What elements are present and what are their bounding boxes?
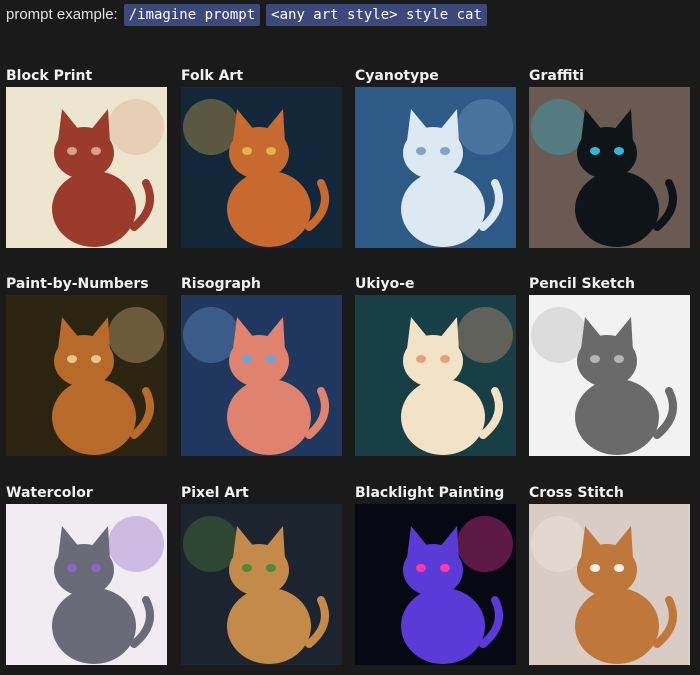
style-template-code: <any art style> style cat bbox=[266, 4, 487, 26]
style-thumbnail[interactable] bbox=[529, 504, 690, 665]
style-card: Block Print bbox=[6, 66, 168, 248]
style-title: Block Print bbox=[6, 68, 93, 84]
style-title: Pencil Sketch bbox=[529, 276, 635, 292]
style-card: Blacklight Painting bbox=[355, 483, 517, 665]
style-title: Risograph bbox=[181, 276, 261, 292]
style-thumbnail[interactable] bbox=[6, 504, 167, 665]
folk-art-cat-image bbox=[181, 87, 342, 248]
cyanotype-cat-image bbox=[355, 87, 516, 248]
pixel-art-cat-image bbox=[181, 504, 342, 665]
style-card: Risograph bbox=[181, 274, 343, 456]
blacklight-cat-image bbox=[355, 504, 516, 665]
style-card: Pixel Art bbox=[181, 483, 343, 665]
style-card: Cyanotype bbox=[355, 66, 517, 248]
style-title: Watercolor bbox=[6, 485, 93, 501]
block-print-cat-image bbox=[6, 87, 167, 248]
style-thumbnail[interactable] bbox=[181, 504, 342, 665]
style-title: Cyanotype bbox=[355, 68, 439, 84]
graffiti-cat-image bbox=[529, 87, 690, 248]
imagine-command-code: /imagine prompt bbox=[123, 4, 261, 26]
style-card: Graffiti bbox=[529, 66, 691, 248]
style-thumbnail[interactable] bbox=[529, 87, 690, 248]
style-thumbnail[interactable] bbox=[6, 295, 167, 456]
style-card: Ukiyo-e bbox=[355, 274, 517, 456]
style-title: Cross Stitch bbox=[529, 485, 624, 501]
prompt-example-label: prompt example: bbox=[6, 6, 118, 23]
style-thumbnail[interactable] bbox=[6, 87, 167, 248]
style-thumbnail[interactable] bbox=[181, 87, 342, 248]
style-thumbnail[interactable] bbox=[355, 87, 516, 248]
style-card: Pencil Sketch bbox=[529, 274, 691, 456]
style-card: Cross Stitch bbox=[529, 483, 691, 665]
style-card: Paint-by-Numbers bbox=[6, 274, 168, 456]
watercolor-cat-image bbox=[6, 504, 167, 665]
paint-by-numbers-cat-image bbox=[6, 295, 167, 456]
style-title: Pixel Art bbox=[181, 485, 249, 501]
prompt-example: prompt example: /imagine prompt <any art… bbox=[6, 4, 493, 26]
style-title: Blacklight Painting bbox=[355, 485, 505, 501]
ukiyo-e-cat-image bbox=[355, 295, 516, 456]
style-title: Folk Art bbox=[181, 68, 244, 84]
style-card: Watercolor bbox=[6, 483, 168, 665]
style-title: Paint-by-Numbers bbox=[6, 276, 149, 292]
style-title: Ukiyo-e bbox=[355, 276, 415, 292]
style-thumbnail[interactable] bbox=[181, 295, 342, 456]
style-card: Folk Art bbox=[181, 66, 343, 248]
style-thumbnail[interactable] bbox=[355, 295, 516, 456]
risograph-cat-image bbox=[181, 295, 342, 456]
pencil-sketch-cat-image bbox=[529, 295, 690, 456]
style-thumbnail[interactable] bbox=[355, 504, 516, 665]
style-thumbnail[interactable] bbox=[529, 295, 690, 456]
cross-stitch-cat-image bbox=[529, 504, 690, 665]
style-title: Graffiti bbox=[529, 68, 584, 84]
